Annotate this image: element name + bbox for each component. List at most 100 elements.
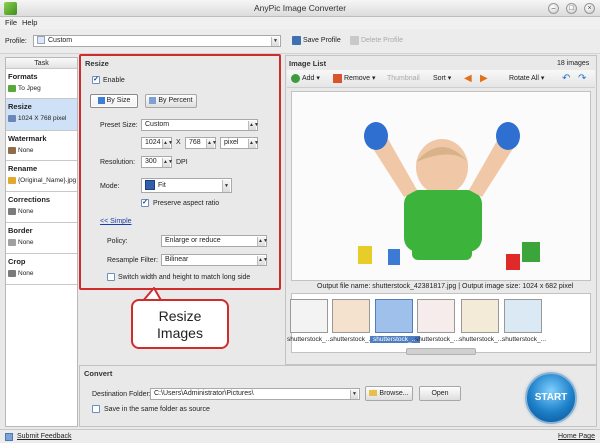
maximize-button[interactable]: □	[566, 3, 577, 14]
dpi-label: DPI	[176, 159, 188, 166]
open-button[interactable]: Open	[419, 386, 461, 401]
preserve-aspect-label: Preserve aspect ratio	[153, 200, 220, 207]
thumbnail-label: shutterstock_...	[501, 336, 547, 343]
preset-size-select[interactable]: Custom ▲▼	[141, 119, 259, 131]
thumbnail-4[interactable]	[417, 299, 455, 333]
submit-feedback-link[interactable]: Submit Feedback	[17, 433, 71, 440]
resolution-value: 300	[145, 158, 157, 165]
destination-folder-value: C:\Users\Administrator\Pictures\	[154, 390, 254, 397]
height-input[interactable]: 768 ▲▼	[185, 137, 217, 149]
destination-folder-label: Destination Folder:	[92, 391, 151, 398]
menu-bar: File Help	[0, 17, 600, 29]
task-border[interactable]: Border None	[6, 223, 77, 254]
policy-select[interactable]: Enlarge or reduce ▲▼	[161, 235, 268, 247]
close-button[interactable]: ×	[584, 3, 595, 14]
rename-icon	[8, 177, 16, 184]
task-corrections[interactable]: Corrections None	[6, 192, 77, 223]
chevron-down-icon: ▲▼	[257, 256, 268, 265]
delete-icon	[350, 35, 359, 45]
preset-size-label: Preset Size:	[100, 122, 138, 129]
simple-link[interactable]: << Simple	[100, 218, 132, 225]
minimize-button[interactable]: –	[548, 3, 559, 14]
destination-folder-select[interactable]: C:\Users\Administrator\Pictures\ ▼	[150, 388, 360, 400]
delete-profile-button[interactable]: Delete Profile	[350, 35, 403, 47]
task-border-title: Border	[8, 226, 33, 235]
switch-dimensions-checkbox[interactable]	[107, 273, 115, 281]
image-count: 18 images	[557, 60, 590, 67]
unit-value: pixel	[224, 139, 239, 146]
crop-icon	[8, 270, 16, 277]
menu-help[interactable]: Help	[22, 18, 37, 27]
task-rename[interactable]: Rename {Original_Name}.jpg	[6, 161, 77, 192]
menu-file[interactable]: File	[5, 18, 17, 27]
task-formats-title: Formats	[8, 72, 38, 81]
unit-select[interactable]: pixel ▲▼	[220, 137, 259, 149]
thumbnail-3[interactable]	[375, 299, 413, 333]
enable-label: Enable	[103, 77, 125, 84]
rotate-left-icon[interactable]: ↶	[562, 73, 570, 84]
image-list-title: Image List	[289, 59, 327, 68]
thumbnail-5[interactable]	[461, 299, 499, 333]
task-formats[interactable]: Formats To Jpeg	[6, 69, 77, 99]
chevron-down-icon: ▲▼	[248, 139, 259, 148]
remove-label: Remove	[344, 75, 371, 82]
resolution-label: Resolution:	[100, 159, 136, 166]
by-size-button[interactable]: By Size	[90, 94, 138, 108]
mode-label: Mode:	[100, 183, 120, 190]
same-folder-checkbox[interactable]	[92, 405, 100, 413]
folder-icon	[369, 390, 378, 397]
preserve-aspect-checkbox[interactable]: ✓	[141, 199, 149, 207]
browse-button[interactable]: Browse...	[365, 386, 413, 401]
profile-select[interactable]: Custom ▼	[33, 35, 281, 47]
resize-title: Resize	[85, 59, 109, 68]
convert-title: Convert	[84, 369, 113, 378]
width-input[interactable]: 1024 ▲▼	[141, 137, 173, 149]
home-page-link[interactable]: Home Page	[558, 433, 595, 440]
thumbnail-6[interactable]	[504, 299, 542, 333]
thumbnail-1[interactable]	[290, 299, 328, 333]
add-button[interactable]: Add ▾	[291, 73, 320, 85]
resample-filter-value: Bilinear	[165, 256, 189, 263]
profile-icon	[37, 36, 45, 45]
rotate-all-button[interactable]: Rotate All ▾	[509, 73, 544, 85]
task-resize[interactable]: Resize 1024 X 768 pixel	[6, 99, 77, 131]
enable-checkbox[interactable]: ✓	[92, 76, 100, 84]
chevron-down-icon: ▼	[222, 180, 230, 192]
task-crop-value: None	[18, 270, 34, 278]
resolution-input[interactable]: 300 ▲▼	[141, 156, 173, 168]
task-crop[interactable]: Crop None	[6, 254, 77, 285]
task-watermark[interactable]: Watermark None	[6, 131, 77, 161]
remove-button[interactable]: Remove ▾	[333, 73, 376, 85]
floppy-icon	[292, 35, 301, 45]
window-title: AnyPic Image Converter	[253, 3, 347, 13]
size-icon	[97, 96, 105, 104]
resample-filter-select[interactable]: Bilinear ▲▼	[161, 254, 268, 266]
save-profile-button[interactable]: Save Profile	[292, 35, 341, 47]
thumbnail-2[interactable]	[332, 299, 370, 333]
spin-icon: ▲▼	[162, 139, 173, 148]
mode-select[interactable]: Fit ▼	[141, 178, 232, 193]
image-list-panel: Image List 18 images Add ▾ Remove ▾ Thum…	[285, 55, 597, 365]
status-bar: Submit Feedback Home Page	[0, 429, 600, 443]
preset-size-value: Custom	[145, 121, 170, 128]
move-left-icon[interactable]: ◀	[464, 74, 474, 84]
save-profile-label: Save Profile	[303, 37, 341, 44]
sort-button[interactable]: Sort ▾	[433, 73, 451, 85]
horizontal-scrollbar[interactable]	[406, 348, 476, 355]
move-right-icon[interactable]: ▶	[480, 74, 490, 84]
thumbnail-button[interactable]: Thumbnail	[387, 73, 420, 85]
convert-panel: Convert Destination Folder: C:\Users\Adm…	[79, 365, 597, 427]
chevron-down-icon: ▼	[350, 390, 358, 399]
task-resize-title: Resize	[8, 102, 32, 111]
profile-bar: Profile: Custom ▼ Save Profile Delete Pr…	[0, 29, 600, 54]
add-icon	[291, 73, 300, 83]
rotate-right-icon[interactable]: ↷	[578, 73, 586, 84]
rotate-all-label: Rotate All	[509, 75, 539, 82]
chevron-down-icon: ▲▼	[248, 121, 259, 130]
thumbnail-label: shutterstock_...	[414, 336, 460, 343]
same-folder-label: Save in the same folder as source	[104, 406, 210, 413]
by-percent-button[interactable]: By Percent	[145, 94, 197, 108]
task-border-value: None	[18, 239, 34, 247]
fit-icon	[145, 180, 155, 191]
start-button[interactable]: START	[525, 372, 577, 424]
